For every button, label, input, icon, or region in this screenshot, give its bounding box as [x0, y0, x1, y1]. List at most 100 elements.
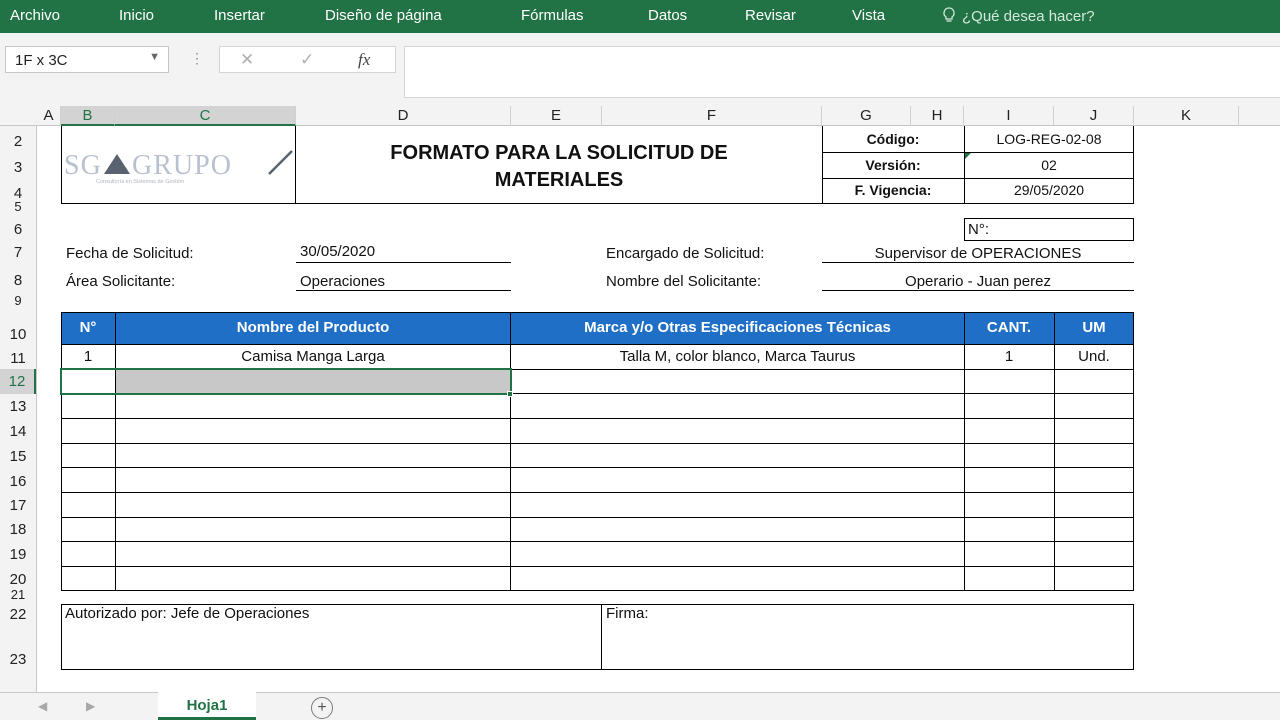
column-header-e[interactable]: E [511, 106, 602, 126]
column-header-k[interactable]: K [1134, 106, 1239, 126]
sheet-tab-hoja1[interactable]: Hoja1 [158, 691, 256, 720]
svg-text:Consultoría en Sistemas de Ges: Consultoría en Sistemas de Gestión [96, 179, 184, 185]
fill-handle[interactable] [507, 391, 513, 397]
row-header-23[interactable]: 23 [0, 651, 36, 668]
solicitante-label: Nombre del Solicitante: [606, 273, 762, 290]
border [61, 517, 1134, 518]
insert-function-icon[interactable]: fx [358, 50, 370, 70]
row-header-7[interactable]: 7 [0, 244, 36, 261]
border [822, 203, 1134, 204]
row-header-12[interactable]: 12 [0, 369, 36, 394]
row-header-17[interactable]: 17 [0, 497, 36, 514]
tab-vista[interactable]: Vista [852, 7, 885, 24]
fecha-value[interactable]: 30/05/2020 [300, 243, 375, 260]
border [61, 126, 62, 204]
row-header-14[interactable]: 14 [0, 423, 36, 440]
header-numero: N° [79, 319, 97, 336]
autorizado-label[interactable]: Autorizado por: Jefe de Operaciones [65, 605, 309, 622]
version-value[interactable]: 02 [964, 157, 1134, 173]
border [601, 604, 602, 670]
header-um: UM [1082, 319, 1106, 336]
logo-lettering: SG [64, 150, 102, 181]
codigo-value[interactable]: LOG-REG-02-08 [964, 131, 1134, 147]
row-header-13[interactable]: 13 [0, 398, 36, 415]
underline [822, 262, 1134, 263]
tab-insertar[interactable]: Insertar [214, 7, 265, 24]
border [61, 467, 1134, 468]
scroll-left-icon[interactable]: ◀ [38, 699, 47, 713]
row-header-6[interactable]: 6 [0, 221, 36, 238]
area-label: Área Solicitante: [66, 273, 176, 290]
form-title-line1: FORMATO PARA LA SOLICITUD DE [390, 142, 728, 164]
border [61, 590, 1134, 591]
tab-datos[interactable]: Datos [648, 7, 687, 24]
column-header-h[interactable]: H [911, 106, 964, 126]
encargado-value[interactable]: Supervisor de OPERACIONES [822, 245, 1134, 262]
active-cell-outline[interactable] [60, 368, 512, 395]
row-header-10[interactable]: 10 [0, 326, 36, 343]
row-header-2[interactable]: 2 [0, 133, 36, 150]
row1-numero[interactable]: 1 [61, 348, 115, 365]
enter-icon[interactable]: ✓ [300, 50, 314, 70]
row-header-9[interactable]: 9 [0, 293, 36, 308]
firma-label[interactable]: Firma: [606, 605, 649, 622]
tab-formulas[interactable]: Fórmulas [521, 7, 584, 24]
column-header-f[interactable]: F [602, 106, 822, 126]
vigencia-label: F. Vigencia: [854, 182, 932, 198]
column-header-d[interactable]: D [296, 106, 511, 126]
column-header-c[interactable]: C [115, 106, 296, 126]
header-cantidad: CANT. [986, 319, 1032, 336]
fecha-label: Fecha de Solicitud: [66, 245, 194, 262]
row-header-18[interactable]: 18 [0, 521, 36, 538]
tab-revisar[interactable]: Revisar [745, 7, 796, 24]
codigo-label: Código: [866, 131, 920, 147]
row-header-16[interactable]: 16 [0, 473, 36, 490]
row-header-22[interactable]: 22 [0, 606, 36, 623]
column-header-a[interactable]: A [37, 106, 61, 126]
border [61, 443, 1134, 444]
more-icon[interactable]: ⋮ [190, 50, 204, 67]
border [61, 541, 1134, 542]
row1-producto[interactable]: Camisa Manga Larga [115, 348, 511, 365]
row1-cantidad[interactable]: 1 [964, 348, 1054, 365]
column-header-b[interactable]: B [61, 106, 115, 126]
border [822, 152, 1134, 153]
tab-archivo[interactable]: Archivo [10, 7, 60, 24]
chevron-down-icon[interactable]: ▼ [149, 51, 160, 63]
numero-label: N°: [968, 221, 989, 238]
formula-input[interactable] [404, 46, 1280, 98]
name-box[interactable]: 1F x 3C ▼ [5, 46, 169, 73]
solicitante-value[interactable]: Operario - Juan perez [822, 273, 1134, 290]
cancel-icon[interactable]: ✕ [240, 50, 254, 70]
area-value[interactable]: Operaciones [300, 273, 385, 290]
underline [296, 262, 511, 263]
add-sheet-icon[interactable]: + [311, 697, 333, 719]
row-header-8[interactable]: 8 [0, 272, 36, 289]
scroll-right-icon[interactable]: ▶ [86, 699, 95, 713]
row1-um[interactable]: Und. [1054, 348, 1134, 365]
tab-diseno-pagina[interactable]: Diseño de página [325, 7, 442, 24]
tell-me-text: ¿Qué desea hacer? [962, 8, 1095, 25]
row-header-3[interactable]: 3 [0, 159, 36, 176]
row-header-21[interactable]: 21 [0, 587, 36, 602]
column-header-j[interactable]: J [1054, 106, 1134, 126]
row-header-20[interactable]: 20 [0, 571, 36, 588]
column-header-i[interactable]: I [964, 106, 1054, 126]
numero-box[interactable]: N°: [964, 218, 1134, 241]
tab-inicio[interactable]: Inicio [119, 7, 154, 24]
company-logo: SG GRUPO Consultoría en Sistemas de Gest… [64, 146, 294, 186]
row-header-5[interactable]: 5 [0, 199, 36, 214]
border [822, 178, 1134, 179]
formula-buttons: ✕ ✓ fx [219, 46, 396, 73]
row-header-15[interactable]: 15 [0, 448, 36, 465]
border [61, 203, 823, 204]
row-header-11[interactable]: 11 [0, 350, 36, 367]
underline [822, 290, 1134, 291]
header-especificaciones: Marca y/o Otras Especificaciones Técnica… [584, 319, 891, 336]
svg-text:GRUPO: GRUPO [132, 150, 232, 181]
row1-especificaciones[interactable]: Talla M, color blanco, Marca Taurus [511, 348, 964, 365]
tell-me-box[interactable]: ¿Qué desea hacer? [942, 7, 1095, 25]
column-header-g[interactable]: G [822, 106, 911, 126]
row-header-19[interactable]: 19 [0, 546, 36, 563]
vigencia-value[interactable]: 29/05/2020 [964, 182, 1134, 198]
